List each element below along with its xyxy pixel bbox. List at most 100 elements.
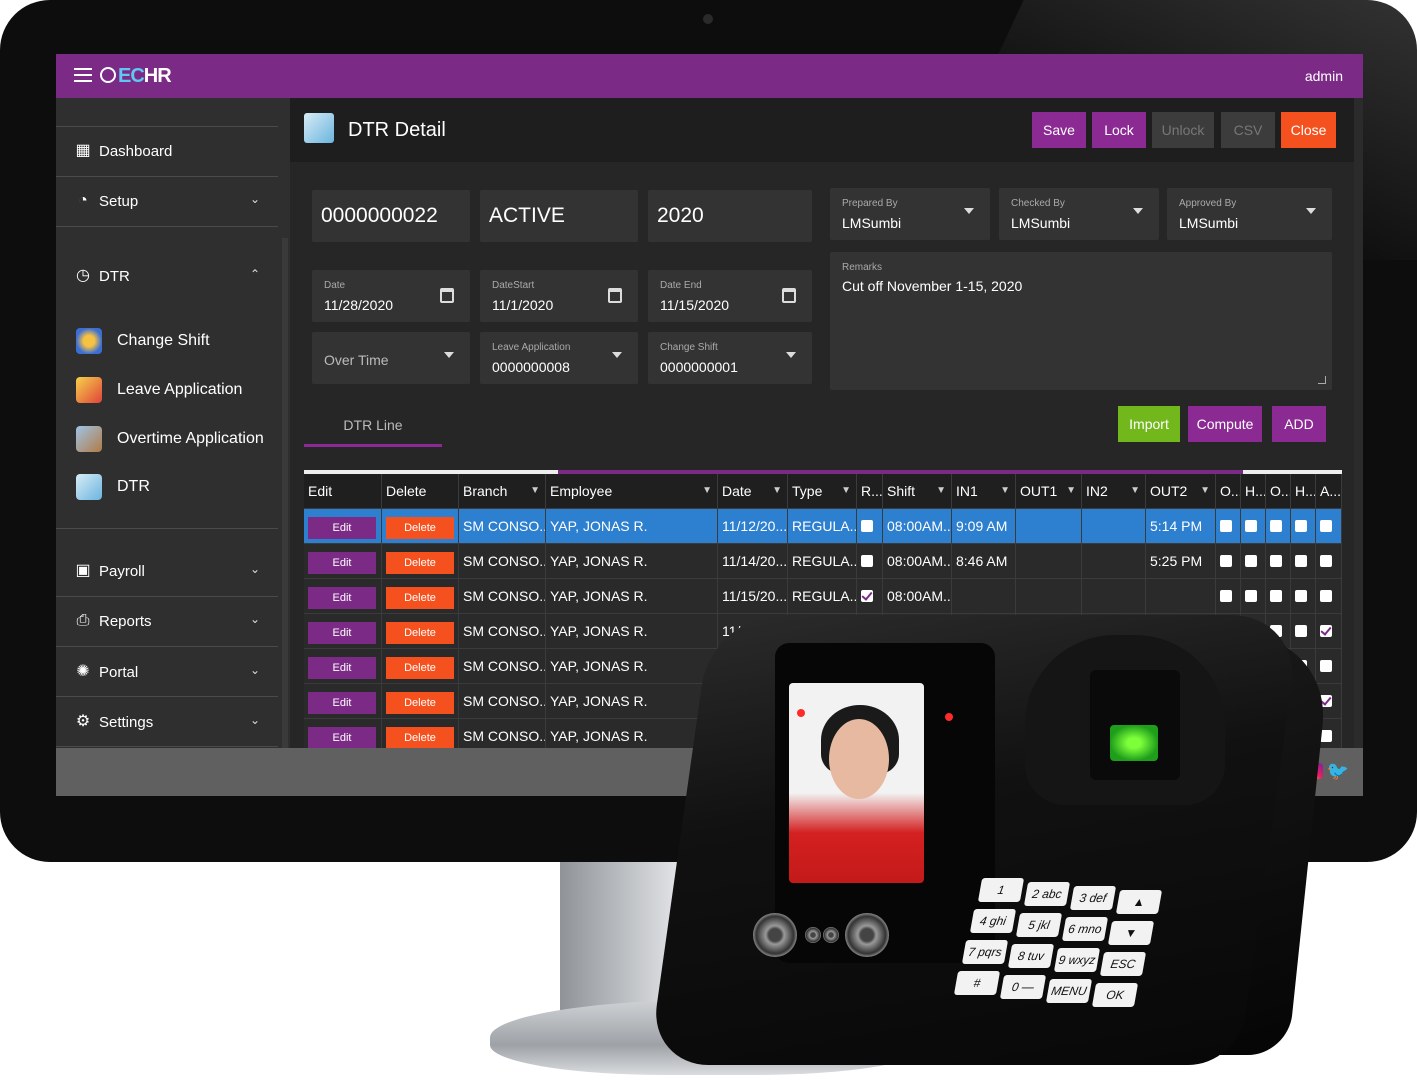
change-shift-select[interactable]: Change Shift 0000000001 xyxy=(648,332,812,384)
doc-number-field[interactable]: 0000000022 xyxy=(312,190,470,242)
delete-row-button[interactable]: Delete xyxy=(386,692,454,714)
keypad-key[interactable]: ESC xyxy=(1099,952,1147,976)
filter-icon[interactable]: ▼ xyxy=(530,474,540,508)
resize-handle-icon[interactable] xyxy=(1318,376,1326,384)
sidebar-item-dashboard[interactable]: ▦ Dashboard xyxy=(56,132,278,172)
edit-row-button[interactable]: Edit xyxy=(308,552,376,574)
add-button[interactable]: ADD xyxy=(1272,406,1326,442)
lock-button[interactable]: Lock xyxy=(1092,112,1146,148)
sidebar-item-settings[interactable]: ⚙ Settings ⌄ xyxy=(56,703,278,743)
date-field[interactable]: Date 11/28/2020 xyxy=(312,270,470,322)
edit-row-button[interactable]: Edit xyxy=(308,727,376,748)
sidebar-item-reports[interactable]: ⎙ Reports ⌄ xyxy=(56,602,278,642)
overtime-select[interactable]: Over Time xyxy=(312,332,470,384)
row-checkbox[interactable] xyxy=(1270,590,1282,602)
keypad-key[interactable]: 7 pqrs xyxy=(961,940,1009,964)
approved-by-select[interactable]: Approved By LMSumbi xyxy=(1167,188,1332,240)
row-checkbox[interactable] xyxy=(1320,660,1332,672)
keypad-key[interactable]: 2 abc xyxy=(1023,882,1071,906)
sidebar-item-portal[interactable]: ✺ Portal ⌄ xyxy=(56,653,278,693)
delete-row-button[interactable]: Delete xyxy=(386,552,454,574)
csv-button[interactable]: CSV xyxy=(1221,112,1275,148)
keypad-key[interactable]: 8 tuv xyxy=(1007,944,1055,968)
filter-icon[interactable]: ▼ xyxy=(841,474,851,508)
filter-icon[interactable]: ▼ xyxy=(1066,474,1076,508)
column-header[interactable]: IN2 ▼ xyxy=(1082,474,1146,508)
column-header[interactable]: Shift ▼ xyxy=(883,474,952,508)
row-checkbox[interactable] xyxy=(1220,555,1232,567)
date-start-field[interactable]: DateStart 11/1/2020 xyxy=(480,270,638,322)
sidebar-subitem-dtr[interactable]: DTR xyxy=(56,466,278,510)
edit-row-button[interactable]: Edit xyxy=(308,692,376,714)
delete-row-button[interactable]: Delete xyxy=(386,727,454,748)
leave-application-select[interactable]: Leave Application 0000000008 xyxy=(480,332,638,384)
row-checkbox[interactable] xyxy=(1270,520,1282,532)
sidebar-scrollbar[interactable] xyxy=(282,238,288,758)
row-checkbox[interactable] xyxy=(1320,555,1332,567)
keypad-key[interactable]: ▲ xyxy=(1115,890,1163,914)
keypad-key[interactable]: 6 mno xyxy=(1061,917,1109,941)
user-menu[interactable]: admin xyxy=(1305,68,1343,84)
filter-icon[interactable]: ▼ xyxy=(772,474,782,508)
column-header[interactable]: Employee ▼ xyxy=(546,474,718,508)
row-checkbox[interactable] xyxy=(1295,590,1307,602)
filter-icon[interactable]: ▼ xyxy=(702,474,712,508)
edit-row-button[interactable]: Edit xyxy=(308,517,376,539)
column-header[interactable]: IN1 ▼ xyxy=(952,474,1016,508)
delete-row-button[interactable]: Delete xyxy=(386,587,454,609)
filter-icon[interactable]: ▼ xyxy=(1200,474,1210,508)
column-header[interactable]: Edit xyxy=(304,474,382,508)
keypad-key[interactable]: ▼ xyxy=(1107,921,1155,945)
tab-dtr-line[interactable]: DTR Line xyxy=(304,403,442,447)
sidebar-item-dtr[interactable]: ◷ DTR ⌃ xyxy=(56,257,278,297)
sidebar-item-setup[interactable]: ◔ Setup ⌄ xyxy=(56,182,278,222)
row-checkbox[interactable] xyxy=(1270,555,1282,567)
close-button[interactable]: Close xyxy=(1281,112,1336,148)
column-header[interactable]: O... xyxy=(1266,474,1291,508)
calendar-icon[interactable] xyxy=(440,288,454,303)
edit-row-button[interactable]: Edit xyxy=(308,587,376,609)
hamburger-menu-icon[interactable] xyxy=(74,68,92,82)
row-checkbox[interactable] xyxy=(861,520,873,532)
row-checkbox[interactable] xyxy=(1295,555,1307,567)
keypad-key[interactable]: MENU xyxy=(1045,979,1093,1003)
row-checkbox[interactable] xyxy=(1245,520,1257,532)
table-row[interactable]: Edit Delete SM CONSO... YAP, JONAS R. 11/15/… xyxy=(304,579,1342,614)
edit-row-button[interactable]: Edit xyxy=(308,622,376,644)
keypad-key[interactable]: 3 def xyxy=(1069,886,1117,910)
row-checkbox[interactable] xyxy=(1295,520,1307,532)
edit-row-button[interactable]: Edit xyxy=(308,657,376,679)
keypad-key[interactable]: # xyxy=(953,971,1001,995)
column-header[interactable]: Delete xyxy=(382,474,459,508)
save-button[interactable]: Save xyxy=(1032,112,1086,148)
filter-icon[interactable]: ▼ xyxy=(1130,474,1140,508)
sidebar-subitem-leave-application[interactable]: Leave Application xyxy=(56,369,278,413)
column-header[interactable]: Type ▼ xyxy=(788,474,857,508)
delete-row-button[interactable]: Delete xyxy=(386,657,454,679)
table-row[interactable]: Edit Delete SM CONSO... YAP, JONAS R. 11/12/… xyxy=(304,509,1342,544)
status-field[interactable]: ACTIVE xyxy=(480,190,638,242)
keypad-key[interactable]: OK xyxy=(1091,983,1139,1007)
filter-icon[interactable]: ▼ xyxy=(936,474,946,508)
calendar-icon[interactable] xyxy=(782,288,796,303)
keypad-key[interactable]: 9 wxyz xyxy=(1053,948,1101,972)
column-header[interactable]: H... xyxy=(1291,474,1316,508)
year-field[interactable]: 2020 xyxy=(648,190,812,242)
column-header[interactable]: H... xyxy=(1241,474,1266,508)
table-row[interactable]: Edit Delete SM CONSO... YAP, JONAS R. 11/14/… xyxy=(304,544,1342,579)
row-checkbox[interactable] xyxy=(1245,555,1257,567)
column-header[interactable]: OUT1 ▼ xyxy=(1016,474,1082,508)
row-checkbox[interactable] xyxy=(1320,520,1332,532)
column-header[interactable]: R... xyxy=(857,474,883,508)
date-end-field[interactable]: Date End 11/15/2020 xyxy=(648,270,812,322)
row-checkbox[interactable] xyxy=(1220,520,1232,532)
column-header[interactable]: OUT2 ▼ xyxy=(1146,474,1216,508)
sidebar-item-payroll[interactable]: ▣ Payroll ⌄ xyxy=(56,552,278,592)
column-header[interactable]: Date ▼ xyxy=(718,474,788,508)
delete-row-button[interactable]: Delete xyxy=(386,517,454,539)
sidebar-subitem-change-shift[interactable]: Change Shift xyxy=(56,320,278,364)
row-checkbox[interactable] xyxy=(1320,625,1332,637)
row-checkbox[interactable] xyxy=(1320,590,1332,602)
brand-logo[interactable]: ECHR xyxy=(100,65,172,88)
compute-button[interactable]: Compute xyxy=(1188,406,1262,442)
